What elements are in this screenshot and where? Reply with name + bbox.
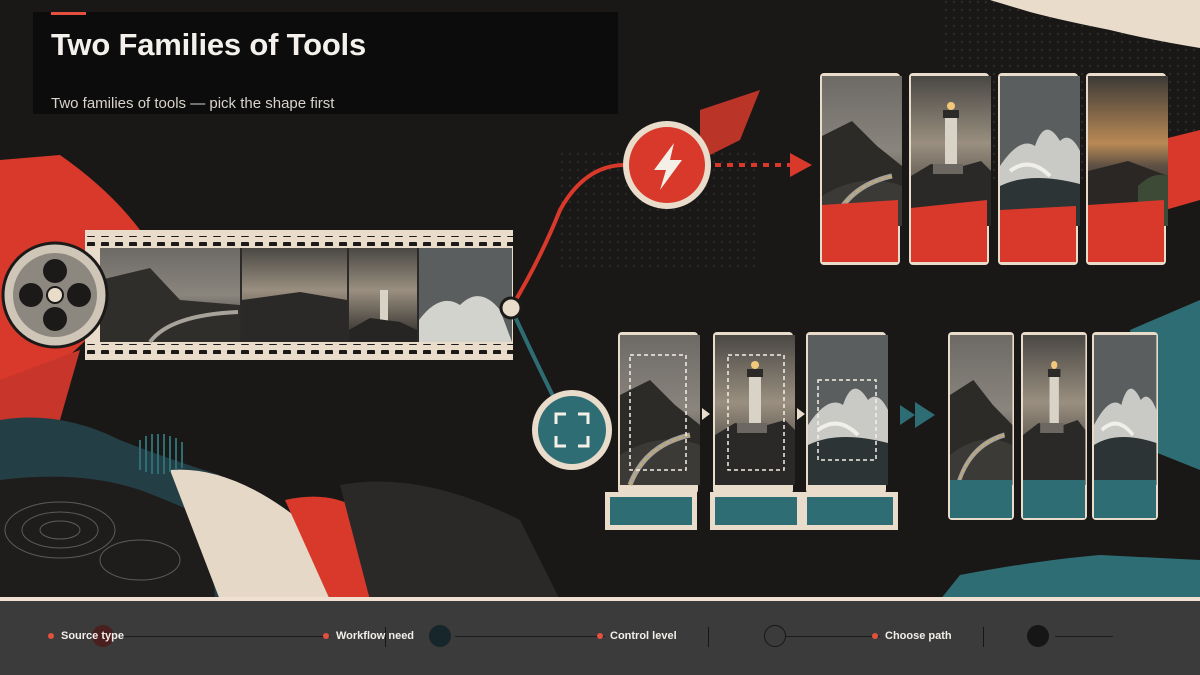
step-bullet [323,633,329,639]
step-source-type: Source type [48,630,124,642]
step-control-level: Control level [597,630,677,642]
step-label: Workflow need [336,630,415,642]
step-label: Source type [61,630,124,642]
step-bar: Source type Workflow need Control level … [0,597,1200,675]
step-marker-outline [764,625,786,647]
step-workflow-need: Workflow need [323,630,414,642]
title-accent-bar [51,12,86,15]
step-bullet [597,633,603,639]
step-connector [120,636,330,637]
slide-subtitle: Two families of tools — pick the shape f… [51,95,335,112]
step-divider [708,627,709,647]
step-connector [455,636,605,637]
step-marker-teal [429,625,451,647]
step-divider [983,627,984,647]
slide: Two Families of Tools Two families of to… [0,0,1200,675]
step-connector [785,636,880,637]
step-bullet [48,633,54,639]
step-marker-dark [1027,625,1049,647]
step-connector [1055,636,1113,637]
step-label: Control level [610,630,677,642]
slide-title: Two Families of Tools [51,27,367,62]
step-bullet [872,633,878,639]
step-label: Choose path [885,630,952,642]
step-choose-path: Choose path [872,630,952,642]
